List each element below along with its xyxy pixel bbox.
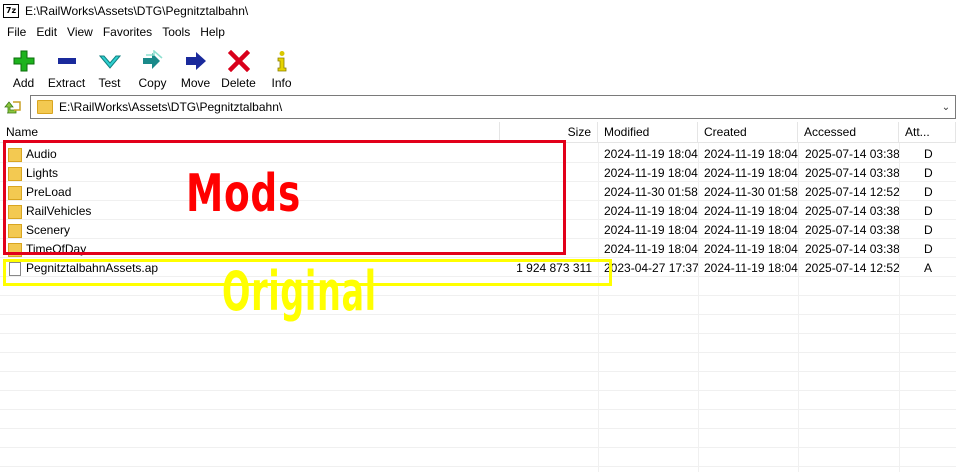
check-icon [98, 48, 122, 74]
row-attr: A [924, 261, 933, 275]
row-created: 2024-11-19 18:04 [704, 166, 798, 180]
menu-view[interactable]: View [62, 22, 98, 42]
column-modified[interactable]: Modified [598, 122, 698, 143]
up-folder-button[interactable] [0, 95, 26, 119]
row-accessed: 2025-07-14 12:52 [805, 261, 899, 275]
row-attr: D [924, 185, 933, 199]
row-created: 2024-11-19 18:04 [704, 204, 798, 218]
info-icon [270, 48, 294, 74]
double-arrow-icon [141, 48, 165, 74]
column-attributes[interactable]: Att... [899, 122, 956, 143]
grid-line [0, 371, 956, 372]
add-label: Add [12, 76, 35, 90]
column-accessed[interactable]: Accessed [798, 122, 899, 143]
row-accessed: 2025-07-14 03:38 [805, 166, 899, 180]
info-label: Info [271, 76, 292, 90]
menu-help[interactable]: Help [195, 22, 230, 42]
row-created: 2024-11-30 01:58 [704, 185, 798, 199]
folder-icon [37, 100, 53, 114]
row-modified: 2024-11-30 01:58 [604, 185, 698, 199]
grid-line [0, 333, 956, 334]
row-created: 2024-11-19 18:04 [704, 223, 798, 237]
grid-line [0, 466, 956, 467]
row-created: 2024-11-19 18:04 [704, 147, 798, 161]
row-modified: 2024-11-19 18:04 [604, 166, 698, 180]
row-attr: D [924, 147, 933, 161]
row-modified: 2023-04-27 17:37 [604, 261, 698, 275]
test-label: Test [98, 76, 121, 90]
move-button[interactable]: Move [174, 44, 217, 92]
column-created[interactable]: Created [698, 122, 798, 143]
x-icon [227, 48, 251, 74]
grid-line [0, 390, 956, 391]
minus-icon [55, 48, 79, 74]
menu-edit[interactable]: Edit [31, 22, 62, 42]
info-button[interactable]: Info [260, 44, 303, 92]
original-annotation: Original [222, 260, 377, 323]
row-attr: D [924, 242, 933, 256]
row-created: 2024-11-19 18:04 [704, 261, 798, 275]
row-accessed: 2025-07-14 03:38 [805, 242, 899, 256]
row-modified: 2024-11-19 18:04 [604, 242, 698, 256]
address-field[interactable]: E:\RailWorks\Assets\DTG\Pegnitztalbahn\ … [30, 95, 956, 119]
extract-label: Extract [47, 76, 86, 90]
up-arrow-icon [4, 101, 21, 114]
grid-line [0, 314, 956, 315]
delete-button[interactable]: Delete [217, 44, 260, 92]
menu-bar: File Edit View Favorites Tools Help [0, 22, 956, 42]
toolbar: Add Extract Test Copy Move Delete Info [0, 44, 956, 92]
plus-icon [12, 48, 36, 74]
address-path[interactable]: E:\RailWorks\Assets\DTG\Pegnitztalbahn\ [59, 100, 937, 114]
row-attr: D [924, 223, 933, 237]
title-bar: 7z E:\RailWorks\Assets\DTG\Pegnitztalbah… [0, 0, 956, 22]
add-button[interactable]: Add [2, 44, 45, 92]
row-created: 2024-11-19 18:04 [704, 242, 798, 256]
arrow-right-icon [184, 48, 208, 74]
window-title: E:\RailWorks\Assets\DTG\Pegnitztalbahn\ [25, 4, 249, 18]
grid-line [0, 428, 956, 429]
row-modified: 2024-11-19 18:04 [604, 147, 698, 161]
menu-file[interactable]: File [2, 22, 31, 42]
app-icon: 7z [3, 4, 19, 18]
mods-annotation: Mods [186, 164, 301, 224]
test-button[interactable]: Test [88, 44, 131, 92]
grid-line [0, 352, 956, 353]
copy-button[interactable]: Copy [131, 44, 174, 92]
row-attr: D [924, 166, 933, 180]
menu-tools[interactable]: Tools [157, 22, 195, 42]
grid-line [0, 409, 956, 410]
grid-line [0, 447, 956, 448]
move-label: Move [180, 76, 211, 90]
chevron-down-icon[interactable]: ⌄ [937, 102, 955, 113]
delete-label: Delete [221, 76, 256, 90]
row-accessed: 2025-07-14 03:38 [805, 147, 899, 161]
row-modified: 2024-11-19 18:04 [604, 204, 698, 218]
row-accessed: 2025-07-14 03:38 [805, 204, 899, 218]
menu-favorites[interactable]: Favorites [98, 22, 157, 42]
row-attr: D [924, 204, 933, 218]
grid-line [0, 295, 956, 296]
row-accessed: 2025-07-14 12:52 [805, 185, 899, 199]
row-modified: 2024-11-19 18:04 [604, 223, 698, 237]
row-accessed: 2025-07-14 03:38 [805, 223, 899, 237]
extract-button[interactable]: Extract [45, 44, 88, 92]
address-bar: E:\RailWorks\Assets\DTG\Pegnitztalbahn\ … [0, 94, 956, 120]
copy-label: Copy [138, 76, 167, 90]
